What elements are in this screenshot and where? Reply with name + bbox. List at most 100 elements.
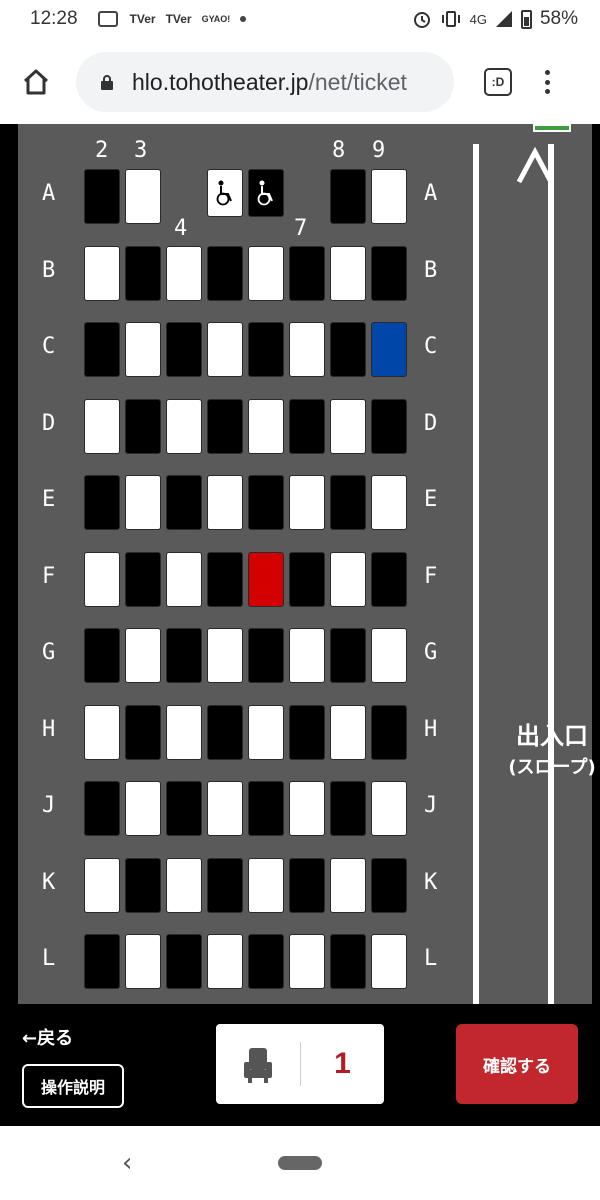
row-label-left: F	[42, 563, 56, 589]
seat-unavailable	[125, 398, 161, 454]
aisle-line-right	[548, 144, 554, 1004]
seat-unavailable	[330, 322, 366, 377]
row-label-right: H	[424, 716, 438, 742]
seat-available[interactable]	[330, 398, 366, 454]
seat-available[interactable]	[84, 245, 120, 301]
seat-available[interactable]	[166, 551, 202, 607]
seat-available[interactable]	[125, 475, 161, 530]
seat-unavailable	[330, 781, 366, 836]
battery-icon	[520, 9, 532, 29]
row-label-right: K	[424, 869, 438, 895]
seat-available[interactable]	[125, 322, 161, 377]
row-label-left: K	[42, 869, 56, 895]
seat-available[interactable]	[84, 857, 120, 913]
seat-available[interactable]	[125, 934, 161, 989]
exit-label: 出入口 (スロープ)	[506, 716, 598, 779]
seat-available[interactable]	[125, 628, 161, 683]
seat-unavailable	[166, 322, 202, 377]
seat-available[interactable]	[371, 628, 407, 683]
seat-unavailable	[289, 704, 325, 760]
tver-notification-1: TVer	[129, 12, 156, 26]
seat-available[interactable]	[289, 781, 325, 836]
help-button[interactable]: 操作説明	[22, 1064, 124, 1108]
seat-available[interactable]	[289, 628, 325, 683]
seat-available[interactable]	[371, 169, 407, 224]
seat-unavailable	[330, 934, 366, 989]
row-label-left: J	[42, 793, 56, 818]
seat-unavailable	[84, 934, 120, 989]
row-label-left: C	[42, 334, 56, 359]
seat-unavailable	[84, 475, 120, 530]
seat-available[interactable]	[166, 857, 202, 913]
seat-unavailable	[371, 704, 407, 760]
seat-unavailable	[207, 245, 243, 301]
wheelchair-seat[interactable]	[248, 169, 284, 217]
seat-unavailable	[125, 551, 161, 607]
seat-selected[interactable]	[248, 551, 284, 607]
seat-available[interactable]	[248, 704, 284, 760]
seat-available[interactable]	[371, 781, 407, 836]
row-label-right: D	[424, 410, 438, 436]
seat-unavailable	[248, 628, 284, 683]
tab-switcher-button[interactable]: :D	[484, 68, 512, 96]
seat-available[interactable]	[166, 398, 202, 454]
row-label-left: E	[42, 487, 56, 512]
seat-available[interactable]	[289, 475, 325, 530]
seat-unavailable	[125, 245, 161, 301]
seat-unavailable	[207, 551, 243, 607]
seat-available[interactable]	[84, 398, 120, 454]
seat-unavailable	[371, 245, 407, 301]
seat-available[interactable]	[248, 398, 284, 454]
row-label-right: J	[424, 793, 438, 818]
nav-home-pill[interactable]	[278, 1156, 322, 1170]
seat-available[interactable]	[166, 245, 202, 301]
seat-unavailable	[207, 857, 243, 913]
row-label-left: B	[42, 257, 56, 283]
seat-map: 23 4 7 8 9 A A B B C C D D E E F F G G H H J J K K L L 出入口 (スロープ)	[0, 124, 600, 1004]
seat-available[interactable]	[166, 704, 202, 760]
seat-unavailable	[166, 781, 202, 836]
seat-available[interactable]	[330, 551, 366, 607]
seat-available[interactable]	[371, 934, 407, 989]
seat-unavailable	[330, 169, 366, 224]
seat-available[interactable]	[248, 245, 284, 301]
seat-unavailable	[166, 475, 202, 530]
seat-available[interactable]	[330, 857, 366, 913]
seat-available[interactable]	[207, 322, 243, 377]
confirm-button[interactable]: 確認する	[456, 1024, 578, 1104]
column-label: 7	[294, 216, 308, 241]
back-link[interactable]: ←戻る	[22, 1024, 73, 1050]
seat-unavailable	[248, 934, 284, 989]
seat-available[interactable]	[330, 704, 366, 760]
exit-arrow-icon	[516, 146, 554, 184]
wheelchair-seat[interactable]	[207, 169, 243, 217]
seat-available[interactable]	[125, 781, 161, 836]
seat-icon	[244, 1048, 272, 1083]
status-bar: 12:28 TVer TVer GYAO! 4G 58%	[0, 0, 600, 38]
seat-available[interactable]	[125, 169, 161, 224]
home-button[interactable]	[18, 64, 54, 100]
seat-unavailable	[207, 704, 243, 760]
row-label-left: G	[42, 640, 56, 665]
address-bar[interactable]: hlo.tohotheater.jp/net/ticket	[76, 52, 454, 112]
seat-available[interactable]	[207, 475, 243, 530]
seat-available[interactable]	[84, 551, 120, 607]
seat-available[interactable]	[371, 475, 407, 530]
seat-available[interactable]	[207, 628, 243, 683]
seat-available[interactable]	[207, 781, 243, 836]
seat-available[interactable]	[330, 245, 366, 301]
browser-menu-button[interactable]	[542, 68, 552, 96]
seat-unavailable	[125, 704, 161, 760]
seat-available[interactable]	[84, 704, 120, 760]
seat-available[interactable]	[289, 322, 325, 377]
seat-unavailable	[166, 934, 202, 989]
seat-blue[interactable]	[371, 322, 407, 377]
seat-available[interactable]	[207, 934, 243, 989]
row-label-right: C	[424, 334, 438, 359]
nav-back-icon[interactable]: ‹	[122, 1148, 146, 1178]
message-notification-icon	[97, 11, 118, 27]
lock-icon	[101, 75, 113, 90]
seat-available[interactable]	[248, 857, 284, 913]
seat-unavailable	[84, 322, 120, 377]
seat-available[interactable]	[289, 934, 325, 989]
